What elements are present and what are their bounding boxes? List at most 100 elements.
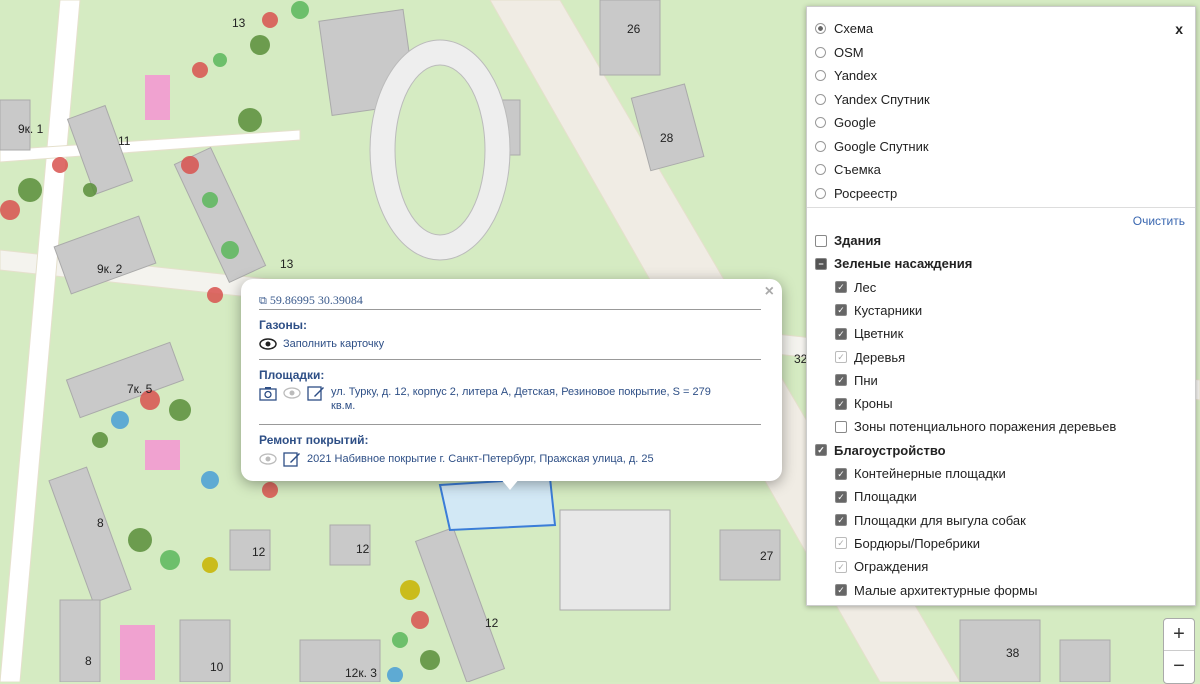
layer-option[interactable]: ✓ Благоустройство [815, 443, 946, 458]
radio-icon[interactable] [815, 117, 826, 128]
layer-option[interactable]: ✓ Площадки для выгула собак [835, 513, 1026, 528]
popup-coordinates[interactable]: ⧉ 59.86995 30.39084 [259, 293, 363, 308]
basemap-label: Схема [834, 21, 874, 36]
checkbox-icon[interactable]: ✓ [835, 327, 847, 340]
basemap-option[interactable]: Yandex [815, 68, 877, 83]
camera-icon[interactable] [259, 385, 277, 401]
layer-label: Зеленые насаждения [834, 256, 973, 272]
layer-label: Ограждения [854, 559, 929, 575]
radio-icon[interactable] [815, 70, 826, 81]
checkbox-icon[interactable]: ✓ [835, 397, 847, 410]
basemap-label: Yandex Спутник [834, 91, 930, 107]
basemap-label: Yandex [834, 68, 878, 83]
layer-option[interactable]: ✓ Цветник [835, 326, 903, 341]
layer-label: Малые архитектурные формы [854, 582, 1038, 598]
checkbox-icon[interactable]: ✓ [815, 444, 827, 457]
radio-icon[interactable] [815, 93, 826, 105]
checkbox-icon[interactable]: ✓ [835, 514, 847, 527]
basemap-label: Росреестр [834, 185, 898, 201]
building-label: 13 [232, 16, 246, 30]
layer-option[interactable]: ✓ Контейнерные площадки [835, 466, 1006, 481]
copy-icon[interactable]: ⧉ [259, 295, 267, 307]
layer-label: Контейнерные площадки [854, 466, 1006, 481]
panel-close-button[interactable]: x [1175, 21, 1183, 37]
basemap-option[interactable]: Google [815, 115, 876, 130]
layer-option[interactable]: ✓ Деревья [835, 350, 905, 365]
building-label: 26 [627, 22, 641, 36]
building-label: 28 [660, 131, 674, 145]
zoom-out-button[interactable]: − [1164, 651, 1194, 682]
eye-icon[interactable] [259, 451, 277, 467]
basemap-option[interactable]: Google Спутник [815, 139, 929, 154]
radio-icon[interactable] [815, 187, 826, 199]
layer-label: Площадки для выгула собак [854, 512, 1026, 528]
layer-label: Благоустройство [834, 442, 946, 458]
building-label: 8 [85, 654, 92, 668]
map-popup: × ⧉ 59.86995 30.39084 Газоны: Заполнить … [241, 279, 782, 481]
layer-label: Здания [834, 233, 882, 248]
layer-option[interactable]: ✓ Лес [835, 280, 876, 295]
layer-option[interactable]: ✓ Ограждения [835, 559, 928, 574]
layer-option[interactable]: ✓ Кустарники [835, 303, 922, 318]
layer-option[interactable]: Здания [815, 233, 881, 248]
checkbox-icon[interactable]: ✓ [835, 467, 847, 480]
radio-icon[interactable] [815, 46, 826, 58]
clear-button[interactable]: Очистить [1133, 214, 1185, 228]
popup-close-button[interactable]: × [765, 283, 774, 301]
building-label: 12к. 3 [345, 666, 377, 680]
divider [259, 359, 761, 360]
building-label: 10 [210, 660, 224, 674]
checkbox-icon[interactable]: ✓ [835, 374, 847, 387]
edit-icon[interactable] [283, 451, 301, 467]
eye-icon[interactable] [259, 336, 277, 352]
checkbox-icon[interactable]: − [815, 257, 827, 270]
layer-option[interactable]: − Зеленые насаждения [815, 256, 972, 271]
layers-panel: x Схема OSM Yandex Yandex Спутник Google Goog… [806, 6, 1196, 606]
layer-option[interactable]: ✓ Бордюры/Поребрики [835, 536, 980, 551]
layer-label: Пни [854, 372, 878, 388]
checkbox-icon[interactable] [815, 234, 827, 247]
checkbox-icon[interactable]: ✓ [835, 584, 847, 596]
checkbox-icon[interactable]: ✓ [835, 490, 847, 503]
building-label: 11 [118, 134, 131, 148]
playgrounds-row: ул. Турку, д. 12, корпус 2, литера А, Де… [259, 385, 739, 413]
layer-option[interactable]: ✓ Пни [835, 373, 878, 388]
radio-icon[interactable] [815, 164, 826, 175]
fill-card-link[interactable]: Заполнить карточку [283, 336, 384, 352]
checkbox-icon[interactable]: ✓ [835, 560, 847, 573]
layer-option[interactable]: ✓ Кроны [835, 396, 893, 411]
divider [259, 424, 761, 425]
radio-icon[interactable] [815, 23, 826, 34]
basemap-option[interactable]: Росреестр [815, 186, 897, 201]
layer-option[interactable]: ✓ Малые архитектурные формы [835, 583, 1037, 598]
edit-icon[interactable] [307, 385, 325, 401]
layer-label: Кустарники [854, 302, 923, 318]
zoom-in-button[interactable]: + [1164, 619, 1194, 651]
layer-label: Кроны [854, 396, 893, 412]
checkbox-icon[interactable]: ✓ [835, 304, 847, 317]
checkbox-icon[interactable]: ✓ [835, 281, 847, 294]
repair-info-link[interactable]: 2021 Набивное покрытие г. Санкт-Петербур… [307, 451, 654, 467]
layer-option[interactable]: Зоны потенциального поражения деревьев [835, 419, 1116, 434]
popup-tip [500, 478, 520, 490]
section-title-repairs: Ремонт покрытий: [259, 433, 369, 447]
checkbox-icon[interactable]: ✓ [835, 351, 847, 363]
radio-icon[interactable] [815, 140, 826, 152]
layer-label: Деревья [854, 349, 906, 365]
basemap-option[interactable]: Съемка [815, 162, 881, 177]
layer-label: Зоны потенциального поражения деревьев [854, 419, 1117, 435]
basemap-label: Google Спутник [834, 138, 929, 154]
basemap-option[interactable]: Схема [815, 21, 873, 36]
section-title-playgrounds: Площадки: [259, 368, 325, 382]
playground-info-link[interactable]: ул. Турку, д. 12, корпус 2, литера А, Де… [331, 385, 731, 413]
checkbox-icon[interactable] [835, 420, 847, 433]
basemap-label: Съемка [834, 162, 881, 177]
eye-icon[interactable] [283, 385, 301, 401]
basemap-option[interactable]: Yandex Спутник [815, 92, 930, 107]
repairs-row: 2021 Набивное покрытие г. Санкт-Петербур… [259, 451, 654, 467]
checkbox-icon[interactable]: ✓ [835, 537, 847, 550]
layer-option[interactable]: ✓ Площадки [835, 489, 917, 504]
basemap-option[interactable]: OSM [815, 45, 864, 60]
basemap-label: OSM [834, 44, 864, 60]
layer-label: Площадки [854, 489, 917, 505]
